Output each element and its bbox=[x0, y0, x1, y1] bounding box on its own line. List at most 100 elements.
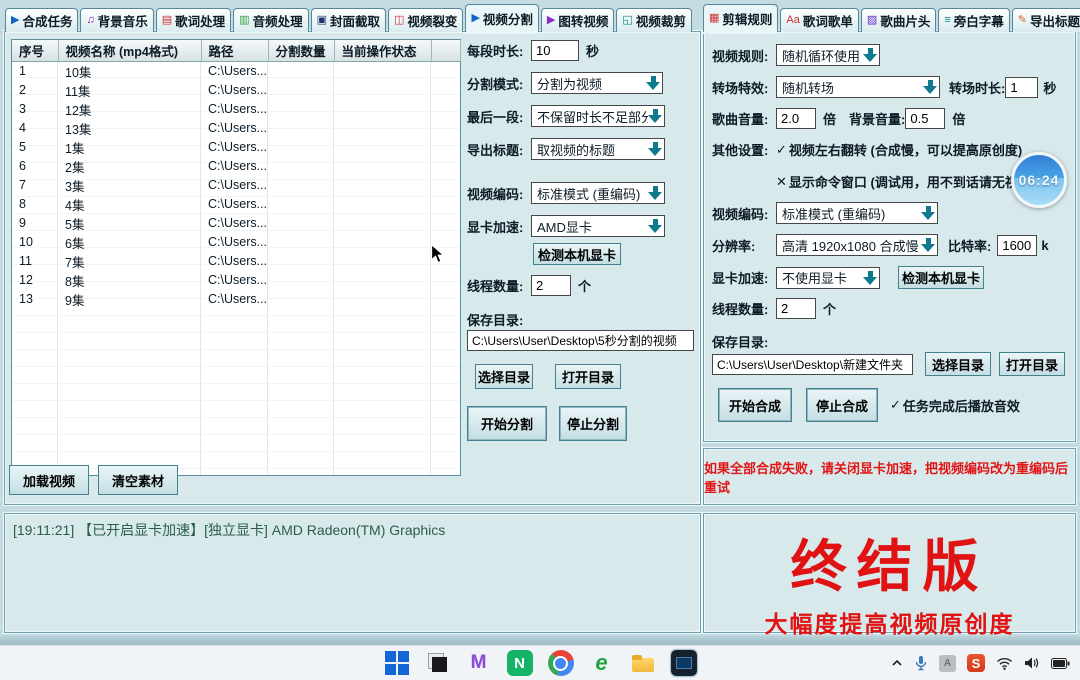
task-view-icon[interactable] bbox=[425, 650, 451, 676]
tab-item[interactable]: ◫ 视频裂变 bbox=[388, 8, 463, 32]
column-header[interactable]: 路径 bbox=[201, 40, 268, 61]
column-header[interactable] bbox=[431, 40, 460, 61]
last-segment-select[interactable]: 不保留时长不足部分 bbox=[531, 105, 665, 127]
chrome-icon[interactable] bbox=[548, 650, 574, 676]
sogou-icon[interactable]: S bbox=[967, 654, 985, 672]
tab-item[interactable]: Aa 歌词歌单 bbox=[780, 8, 858, 32]
split-mode-select[interactable]: 分割为视频 bbox=[531, 72, 663, 94]
bitrate-input[interactable] bbox=[997, 235, 1037, 256]
table-row[interactable]: 7 3集 C:\Users... bbox=[12, 176, 460, 195]
tab-item[interactable]: ▶ 视频分割 bbox=[465, 4, 538, 32]
tab-item[interactable]: ≡ 旁白字幕 bbox=[938, 8, 1009, 32]
transition-duration-input[interactable] bbox=[1005, 77, 1038, 98]
segment-duration-input[interactable] bbox=[531, 40, 579, 61]
table-row[interactable]: 4 13集 C:\Users... bbox=[12, 119, 460, 138]
tab-icon: Aa bbox=[786, 15, 799, 26]
column-header[interactable]: 序号 bbox=[12, 40, 58, 61]
screen-time-widget[interactable]: 06:24 bbox=[1011, 152, 1067, 208]
encode-select[interactable]: 标准模式 (重编码) bbox=[531, 182, 665, 204]
compose-savedir-input[interactable] bbox=[712, 354, 913, 375]
video-list-table[interactable]: 序号视频名称 (mp4格式)路径分割数量当前操作状态 1 10集 C:\User… bbox=[11, 39, 461, 476]
volume-icon[interactable] bbox=[1024, 656, 1040, 670]
cell-status bbox=[334, 81, 431, 100]
tab-item[interactable]: ▤ 歌词处理 bbox=[156, 8, 231, 32]
bg-volume-input[interactable] bbox=[905, 108, 945, 129]
tab-item[interactable]: ♫ 背景音乐 bbox=[80, 8, 153, 32]
clear-materials-button[interactable]: 清空素材 bbox=[98, 465, 178, 495]
table-row[interactable]: 8 4集 C:\Users... bbox=[12, 195, 460, 214]
compose-detect-gpu-button[interactable]: 检测本机显卡 bbox=[898, 266, 984, 289]
table-row[interactable]: 6 2集 C:\Users... bbox=[12, 157, 460, 176]
battery-icon[interactable] bbox=[1051, 658, 1070, 669]
log-panel[interactable]: [19:11:21] 【已开启显卡加速】[独立显卡] AMD Radeon(TM… bbox=[4, 513, 701, 633]
column-header[interactable]: 视频名称 (mp4格式) bbox=[58, 40, 201, 61]
app-n-icon[interactable]: N bbox=[507, 650, 533, 676]
table-row[interactable]: 10 6集 C:\Users... bbox=[12, 233, 460, 252]
table-row[interactable]: 5 1集 C:\Users... bbox=[12, 138, 460, 157]
tab-item[interactable]: ▶ 合成任务 bbox=[5, 8, 78, 32]
gpu-select[interactable]: AMD显卡 bbox=[531, 215, 665, 237]
stop-compose-button[interactable]: 停止合成 bbox=[806, 388, 878, 422]
savedir-input[interactable] bbox=[467, 330, 694, 351]
video-rule-select[interactable]: 随机循环使用 bbox=[776, 44, 880, 66]
start-compose-button[interactable]: 开始合成 bbox=[718, 388, 792, 422]
compose-encode-select[interactable]: 标准模式 (重编码) bbox=[776, 202, 938, 224]
cell-name: 4集 bbox=[58, 195, 201, 214]
flip-video-option[interactable]: ✓ 视频左右翻转 (合成慢，可以提高原创度) bbox=[776, 140, 1022, 159]
start-split-button[interactable]: 开始分割 bbox=[467, 406, 547, 441]
choose-dir-button[interactable]: 选择目录 bbox=[475, 364, 533, 389]
cell-extra bbox=[431, 176, 460, 195]
right-tab-bar: ▦ 剪辑规则 Aa 歌词歌单 ▨ 歌曲片头 ≡ 旁白字幕 ✎ 导出标题 bbox=[703, 4, 1080, 32]
tab-item[interactable]: ▨ 歌曲片头 bbox=[861, 8, 936, 32]
stop-split-button[interactable]: 停止分割 bbox=[559, 406, 627, 441]
dropdown-arrow-icon bbox=[648, 141, 663, 157]
resolution-select[interactable]: 高清 1920x1080 合成慢 bbox=[776, 234, 938, 256]
tab-item[interactable]: ▣ 封面截取 bbox=[311, 8, 386, 32]
table-row[interactable]: 1 10集 C:\Users... bbox=[12, 61, 460, 81]
table-row[interactable]: 11 7集 C:\Users... bbox=[12, 252, 460, 271]
threads-input[interactable] bbox=[531, 275, 571, 296]
show-cmd-option[interactable]: ✕ 显示命令窗口 (调试用，用不到话请无视) bbox=[776, 172, 1022, 191]
tab-item[interactable]: ✎ 导出标题 bbox=[1012, 8, 1080, 32]
table-row[interactable]: 3 12集 C:\Users... bbox=[12, 100, 460, 119]
tab-item[interactable]: ▥ 音频处理 bbox=[233, 8, 308, 32]
table-row[interactable]: 2 11集 C:\Users... bbox=[12, 81, 460, 100]
compose-gpu-row: 显卡加速: 不使用显卡 检测本机显卡 bbox=[712, 266, 1073, 289]
split-mode-label: 分割模式: bbox=[467, 74, 531, 93]
file-explorer-icon[interactable] bbox=[630, 650, 656, 676]
compose-choose-dir-button[interactable]: 选择目录 bbox=[925, 352, 991, 376]
start-icon[interactable] bbox=[384, 650, 410, 676]
column-header[interactable]: 分割数量 bbox=[268, 40, 334, 61]
load-videos-button[interactable]: 加载视频 bbox=[9, 465, 89, 495]
play-sound-option[interactable]: ✓ 任务完成后播放音效 bbox=[890, 396, 1020, 415]
taskbar: M N e A S bbox=[0, 645, 1080, 680]
transition-select[interactable]: 随机转场 bbox=[776, 76, 940, 98]
song-volume-input[interactable] bbox=[776, 108, 816, 129]
ime-icon[interactable]: A bbox=[939, 655, 956, 672]
tab-label: 歌词歌单 bbox=[803, 11, 853, 30]
open-dir-button[interactable]: 打开目录 bbox=[555, 364, 621, 389]
segment-duration-row: 每段时长: 秒 bbox=[467, 40, 599, 61]
active-app-icon[interactable] bbox=[671, 650, 697, 676]
tab-icon: ▶ bbox=[471, 13, 479, 24]
tab-item[interactable]: ▦ 剪辑规则 bbox=[703, 4, 778, 32]
column-header[interactable]: 当前操作状态 bbox=[334, 40, 431, 61]
browser-e-icon[interactable]: e bbox=[589, 650, 615, 676]
compose-action-row: 开始合成 停止合成 ✓ 任务完成后播放音效 bbox=[718, 388, 1073, 422]
microphone-icon[interactable] bbox=[914, 655, 928, 672]
detect-gpu-button[interactable]: 检测本机显卡 bbox=[533, 243, 621, 265]
app-m-icon[interactable]: M bbox=[466, 650, 492, 676]
chevron-up-icon[interactable] bbox=[891, 659, 903, 667]
compose-open-dir-button[interactable]: 打开目录 bbox=[999, 352, 1065, 376]
table-row[interactable]: 13 9集 C:\Users... bbox=[12, 290, 460, 309]
compose-threads-input[interactable] bbox=[776, 298, 816, 319]
tab-item[interactable]: ◱ 视频裁剪 bbox=[616, 8, 691, 32]
export-title-select[interactable]: 取视频的标题 bbox=[531, 138, 665, 160]
wifi-icon[interactable] bbox=[996, 657, 1013, 670]
table-row[interactable]: 12 8集 C:\Users... bbox=[12, 271, 460, 290]
compose-gpu-select[interactable]: 不使用显卡 bbox=[776, 267, 880, 289]
savedir-label: 保存目录: bbox=[467, 310, 523, 329]
table-row[interactable]: 9 5集 C:\Users... bbox=[12, 214, 460, 233]
tab-item[interactable]: ▶ 图转视频 bbox=[541, 8, 614, 32]
cell-index: 2 bbox=[12, 81, 58, 100]
